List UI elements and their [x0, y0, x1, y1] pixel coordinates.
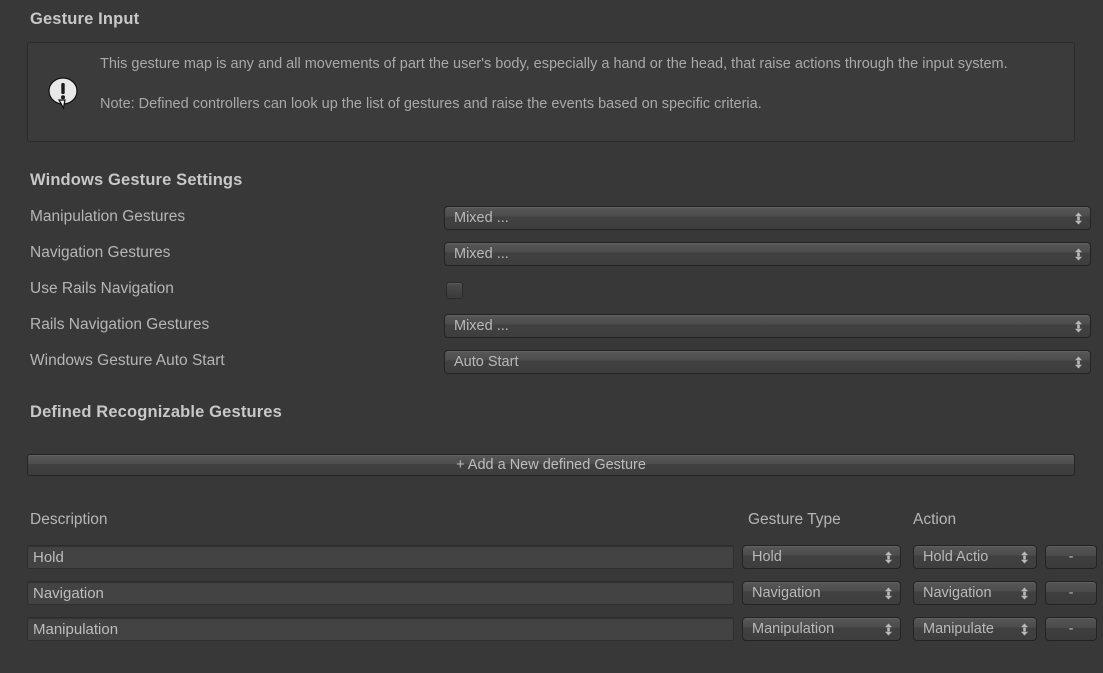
gesture-action-value: Navigation	[914, 585, 1016, 601]
page-title: Gesture Input	[30, 10, 139, 29]
dropdown-windows-gesture-auto-start[interactable]: Auto Start	[444, 350, 1091, 374]
help-paragraph-2: Note: Defined controllers can look up th…	[100, 93, 1062, 115]
add-new-defined-gesture-button[interactable]: + Add a New defined Gesture	[27, 454, 1075, 476]
windows-gesture-settings-title: Windows Gesture Settings	[30, 171, 242, 190]
stepper-updown-icon	[880, 587, 896, 600]
label-manipulation-gestures: Manipulation Gestures	[30, 208, 185, 226]
remove-gesture-button[interactable]: -	[1045, 545, 1097, 569]
gesture-type-value: Navigation	[743, 585, 880, 601]
gesture-action-dropdown[interactable]: Manipulate	[913, 617, 1037, 641]
dropdown-manipulation-gestures[interactable]: Mixed ...	[444, 206, 1091, 230]
label-use-rails-navigation: Use Rails Navigation	[30, 280, 174, 298]
dropdown-manipulation-gestures-value: Mixed ...	[445, 210, 1070, 226]
help-box: This gesture map is any and all movement…	[27, 42, 1075, 142]
gesture-type-value: Manipulation	[743, 621, 880, 637]
remove-gesture-button[interactable]: -	[1045, 617, 1097, 641]
gesture-action-value: Hold Actio	[914, 549, 1016, 565]
gesture-type-value: Hold	[743, 549, 880, 565]
stepper-updown-icon	[1070, 320, 1086, 333]
stepper-updown-icon	[880, 623, 896, 636]
column-header-description: Description	[30, 511, 108, 529]
stepper-updown-icon	[1016, 551, 1032, 564]
column-header-gesture-type: Gesture Type	[748, 511, 841, 529]
help-paragraph-1: This gesture map is any and all movement…	[100, 53, 1062, 75]
column-header-action: Action	[913, 511, 956, 529]
label-navigation-gestures: Navigation Gestures	[30, 244, 170, 262]
dropdown-rails-navigation-gestures-value: Mixed ...	[445, 318, 1070, 334]
dropdown-windows-gesture-auto-start-value: Auto Start	[445, 354, 1070, 370]
help-box-text: This gesture map is any and all movement…	[100, 53, 1062, 115]
gesture-action-value: Manipulate	[914, 621, 1016, 637]
stepper-updown-icon	[1016, 587, 1032, 600]
label-rails-navigation-gestures: Rails Navigation Gestures	[30, 316, 209, 334]
stepper-updown-icon	[1070, 356, 1086, 369]
gesture-action-dropdown[interactable]: Hold Actio	[913, 545, 1037, 569]
gesture-description-input[interactable]: Navigation	[27, 581, 734, 605]
gesture-type-dropdown[interactable]: Navigation	[742, 581, 901, 605]
stepper-updown-icon	[1070, 212, 1086, 225]
gesture-type-dropdown[interactable]: Manipulation	[742, 617, 901, 641]
gesture-action-dropdown[interactable]: Navigation	[913, 581, 1037, 605]
defined-gestures-title: Defined Recognizable Gestures	[30, 403, 282, 422]
inspector-panel: Gesture Input This gesture map is any an…	[0, 0, 1103, 673]
label-windows-gesture-auto-start: Windows Gesture Auto Start	[30, 352, 225, 370]
stepper-updown-icon	[1016, 623, 1032, 636]
checkbox-use-rails-navigation[interactable]	[446, 282, 463, 299]
gesture-description-input[interactable]: Manipulation	[27, 617, 734, 641]
dropdown-rails-navigation-gestures[interactable]: Mixed ...	[444, 314, 1091, 338]
info-speech-bubble-icon	[45, 75, 81, 111]
dropdown-navigation-gestures[interactable]: Mixed ...	[444, 242, 1091, 266]
stepper-updown-icon	[880, 551, 896, 564]
remove-gesture-button[interactable]: -	[1045, 581, 1097, 605]
stepper-updown-icon	[1070, 248, 1086, 261]
dropdown-navigation-gestures-value: Mixed ...	[445, 246, 1070, 262]
gesture-type-dropdown[interactable]: Hold	[742, 545, 901, 569]
gesture-description-input[interactable]: Hold	[27, 545, 734, 569]
